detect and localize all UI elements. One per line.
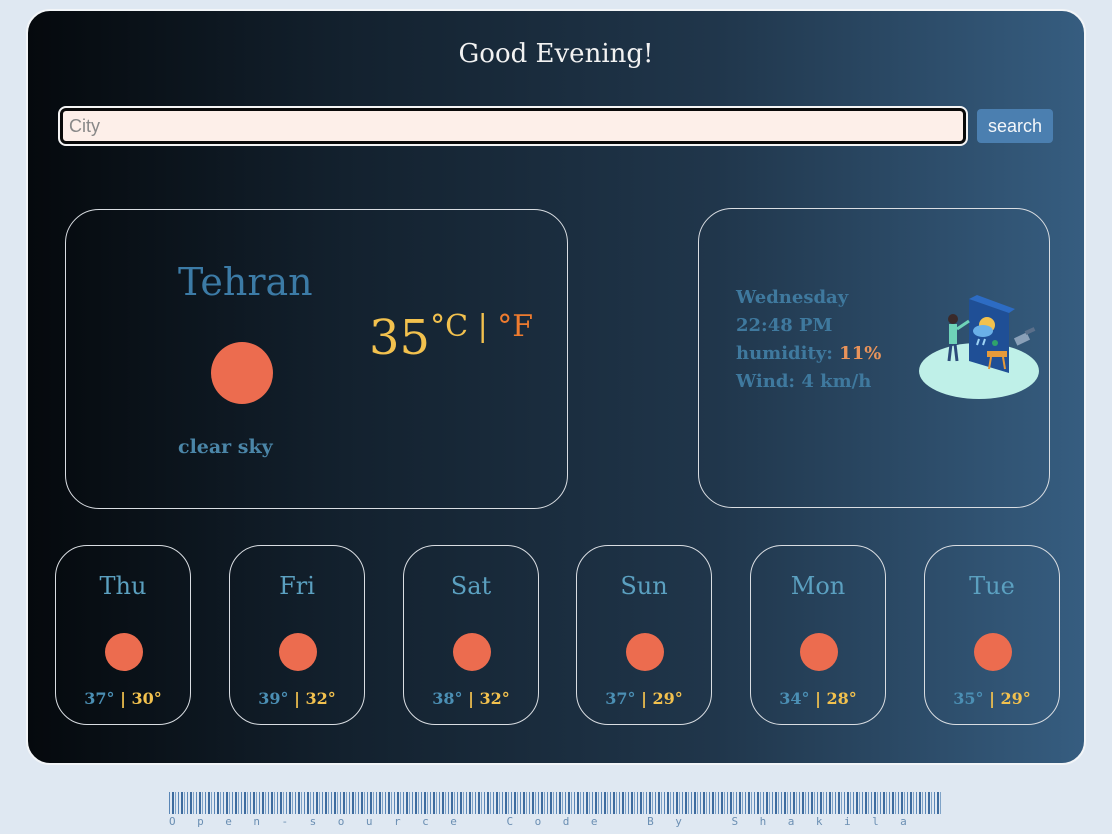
forecast-low: 32° — [479, 689, 510, 708]
unit-separator: | — [468, 309, 498, 344]
sun-icon — [105, 633, 143, 671]
forecast-temps: 37° | 29° — [605, 689, 683, 708]
weather-description: clear sky — [178, 436, 273, 458]
forecast-high: 35° — [953, 689, 984, 708]
wind-label: Wind: 4 km/h — [736, 371, 872, 392]
forecast-card: Sat 38° | 32° — [403, 545, 539, 725]
time-label: 22:48 PM — [736, 315, 833, 336]
forecast-temps: 34° | 28° — [779, 689, 857, 708]
city-name: Tehran — [178, 260, 313, 304]
city-search-input[interactable] — [58, 106, 968, 146]
humidity-row: humidity: 11% — [736, 340, 881, 368]
sun-icon — [279, 633, 317, 671]
forecast-temps: 39° | 32° — [258, 689, 336, 708]
footer-barcode — [169, 792, 943, 814]
forecast-low: 29° — [1000, 689, 1031, 708]
forecast-low: 28° — [826, 689, 857, 708]
forecast-high: 38° — [432, 689, 463, 708]
forecast-day: Sat — [450, 572, 492, 600]
sun-icon — [974, 633, 1012, 671]
current-weather-card: Tehran clear sky 35°C | °F — [65, 209, 568, 509]
temperature-value: 35 — [369, 310, 431, 366]
forecast-high: 37° — [84, 689, 115, 708]
forecast-card: Thu 37° | 30° — [55, 545, 191, 725]
forecast-day: Sun — [620, 572, 668, 600]
humidity-value: 11% — [839, 343, 882, 364]
day-label: Wednesday — [736, 287, 849, 308]
details-list: Wednesday 22:48 PM humidity: 11% Wind: 4… — [736, 284, 881, 396]
forecast-card: Tue 35° | 29° — [924, 545, 1060, 725]
sun-icon — [800, 633, 838, 671]
forecast-low: 30° — [131, 689, 162, 708]
temperature-display: 35°C | °F — [369, 309, 533, 366]
greeting-title: Good Evening! — [458, 39, 654, 69]
forecast-temps: 35° | 29° — [953, 689, 1031, 708]
forecast-day: Mon — [790, 572, 846, 600]
forecast-high: 37° — [605, 689, 636, 708]
forecast-day: Fri — [279, 572, 315, 600]
forecast-low: 29° — [652, 689, 683, 708]
celsius-toggle[interactable]: °C — [430, 309, 468, 344]
forecast-card: Fri 39° | 32° — [229, 545, 365, 725]
sun-icon — [626, 633, 664, 671]
forecast-day: Thu — [99, 572, 147, 600]
footer-credit: Open-source Code By Shakila — [169, 815, 929, 828]
forecast-card: Mon 34° | 28° — [750, 545, 886, 725]
search-button[interactable]: search — [977, 109, 1053, 143]
forecast-day: Tue — [969, 572, 1015, 600]
forecast-temps: 37° | 30° — [84, 689, 162, 708]
weather-app: Good Evening! search Tehran clear sky 35… — [26, 9, 1086, 765]
forecast-low: 32° — [305, 689, 336, 708]
forecast-high: 39° — [258, 689, 289, 708]
details-card: Wednesday 22:48 PM humidity: 11% Wind: 4… — [698, 208, 1050, 508]
fahrenheit-toggle[interactable]: °F — [497, 309, 533, 344]
forecast-high: 34° — [779, 689, 810, 708]
forecast-card: Sun 37° | 29° — [576, 545, 712, 725]
forecast-temps: 38° | 32° — [432, 689, 510, 708]
weather-illustration-icon — [919, 295, 1039, 399]
sun-icon — [453, 633, 491, 671]
sun-icon — [211, 342, 273, 404]
humidity-label: humidity: — [736, 343, 840, 364]
